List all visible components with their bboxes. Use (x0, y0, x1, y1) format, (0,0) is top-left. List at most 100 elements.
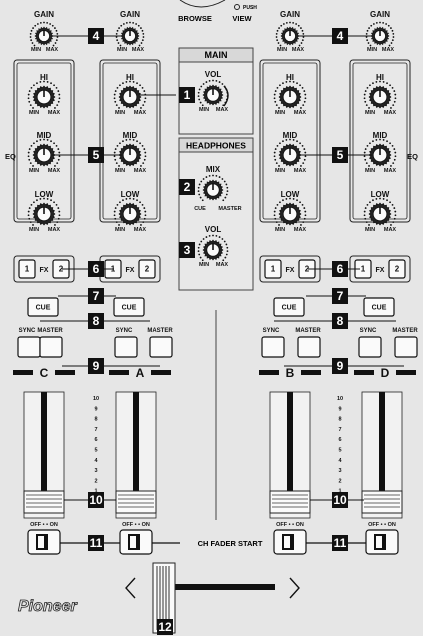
ch2-hi-knob-tick (118, 107, 120, 109)
ch1-mid-knob-tick (57, 158, 60, 161)
main-vol-knob-tick (197, 95, 200, 98)
ch4-cue-button-label: CUE (372, 305, 387, 312)
ch3-hi-knob-tick (303, 90, 306, 92)
ch3-sync-button[interactable] (261, 336, 285, 358)
ch4-low-knob-max-label: MAX (384, 227, 397, 233)
callout-number: 7 (93, 289, 100, 303)
ch4-mid-knob-tick (364, 148, 367, 150)
ch3-mid-knob-max-label: MAX (294, 168, 307, 174)
ch4-low-knob-tick (392, 221, 395, 223)
ch3-mid-knob-tick (282, 140, 284, 143)
ch4-gain-knob-tick (367, 42, 370, 44)
ch3-hi-knob-tick (301, 86, 304, 89)
ch1-sync-button[interactable] (17, 336, 41, 358)
ch1-hi-knob-tick (30, 86, 33, 89)
ch1-mid-knob-tick (56, 162, 59, 164)
channel-letter-bar-left-1 (13, 370, 33, 375)
ch4-mid-knob-tick (366, 144, 369, 147)
ch2-mid-knob-tick (114, 148, 117, 150)
ch1-fader-start-switch-lever-inner (38, 536, 44, 548)
ch4-hi-knob-tick (390, 107, 392, 109)
ch4-hi-knob-tick (393, 100, 396, 103)
ch4-mid-knob-tick (392, 162, 395, 164)
main-vol-knob-tick (208, 80, 211, 82)
ch4-mid-knob-tick (368, 165, 370, 167)
ch1-low-knob-tick (33, 201, 35, 204)
ch4-fx-label: FX (376, 267, 385, 274)
ch2-low-knob-tick (136, 199, 138, 202)
ch4-sync-button[interactable] (358, 336, 382, 358)
ch1-fader-knob[interactable] (23, 490, 65, 514)
headphones-vol-knob-tick (197, 250, 200, 253)
ch1-mid-knob-tick (27, 155, 30, 158)
ch3-low-knob-tick (303, 217, 306, 220)
ch2-gain-knob-tick (140, 27, 142, 29)
ch2-master-button[interactable] (149, 336, 173, 358)
ch1-hi-knob-tick (36, 82, 38, 85)
headphones-mix-knob-tick (208, 175, 211, 177)
ch4-low-knob-tick (372, 199, 374, 202)
ch1-low-knob-tick (58, 214, 61, 217)
ch3-low-knob-min-label: MIN (275, 227, 285, 233)
fader-scale-right: 7 (338, 427, 341, 433)
channel-letter-bar-left-4 (354, 370, 374, 375)
ch1-fx-label: FX (40, 267, 49, 274)
main-vol-knob-tick (197, 91, 200, 94)
ch1-mid-knob-tick (32, 165, 34, 167)
ch4-hi-knob-tick (394, 93, 397, 96)
ch1-gain-knob-min-label: MIN (31, 47, 41, 53)
ch4-mid-knob-tick (363, 155, 366, 158)
ch4-fader-knob[interactable] (361, 490, 403, 514)
ch2-gain-knob-tick (120, 24, 123, 27)
headphones-vol-knob-tick (225, 253, 228, 256)
ch3-low-knob-label: LOW (281, 190, 300, 199)
ch1-master-button[interactable] (39, 336, 63, 358)
ch2-sync-button[interactable] (114, 336, 138, 358)
ch2-fader-knob[interactable] (115, 490, 157, 514)
ch3-gain-knob-tick (300, 27, 302, 29)
ch3-gain-knob-tick (276, 39, 279, 42)
ch3-switch-label: OFF • • ON (276, 522, 304, 528)
headphones-mix-knob-tick (222, 199, 225, 202)
channel-letter-bar-right-2 (151, 370, 171, 375)
ch2-fx-label: FX (126, 267, 135, 274)
ch4-low-knob-tick (393, 207, 396, 209)
ch3-fader-start-switch-lever-inner (284, 536, 290, 548)
ch3-master-button[interactable] (297, 336, 321, 358)
ch3-low-knob-tick (304, 214, 307, 217)
ch4-mid-knob-tick (393, 148, 396, 150)
ch1-low-knob-tick (28, 207, 31, 209)
ch2-gain-knob-label: GAIN (120, 10, 140, 19)
headphones-vol-knob-tick (224, 256, 227, 259)
ch1-mid-knob-tick (58, 155, 61, 158)
ch4-master-button[interactable] (394, 336, 418, 358)
ch2-gain-knob-tick (132, 21, 135, 24)
headphones-vol-knob-tick (226, 246, 229, 249)
ch3-hi-knob-tick (304, 97, 307, 100)
ch4-mid-knob-tick (389, 142, 391, 145)
ch1-hi-knob-tick (53, 84, 55, 87)
ch3-hi-knob-tick (299, 84, 301, 87)
ch2-gain-knob-tick (142, 36, 145, 38)
ch1-hi-knob-tick (57, 90, 60, 92)
ch4-gain-knob-label: GAIN (370, 10, 390, 19)
main-vol-knob-tick (201, 104, 204, 107)
ch3-mid-knob-tick (274, 158, 277, 161)
ch2-hi-knob-tick (114, 100, 117, 103)
ch2-low-knob-tick (113, 214, 116, 217)
main-vol-knob-tick (215, 80, 218, 82)
ch1-mid-knob-tick (54, 165, 56, 167)
ch2-mid-knob-tick (136, 140, 138, 143)
headphones-mix-knob-tick (226, 190, 229, 193)
ch2-mid-knob-max-label: MAX (134, 168, 147, 174)
ch4-hi-knob-tick (389, 84, 391, 87)
ch1-mid-knob-min-label: MIN (29, 168, 39, 174)
callout-number: 12 (158, 620, 172, 634)
ch4-gain-knob-tick (379, 21, 381, 24)
ch4-low-knob-tick (390, 224, 392, 226)
headphones-vol-knob-tick (222, 259, 225, 262)
ch2-hi-knob-tick (143, 90, 146, 92)
ch3-fader-knob[interactable] (269, 490, 311, 514)
ch4-mid-knob-tick (390, 165, 392, 167)
ch1-mid-knob-label: MID (37, 131, 52, 140)
